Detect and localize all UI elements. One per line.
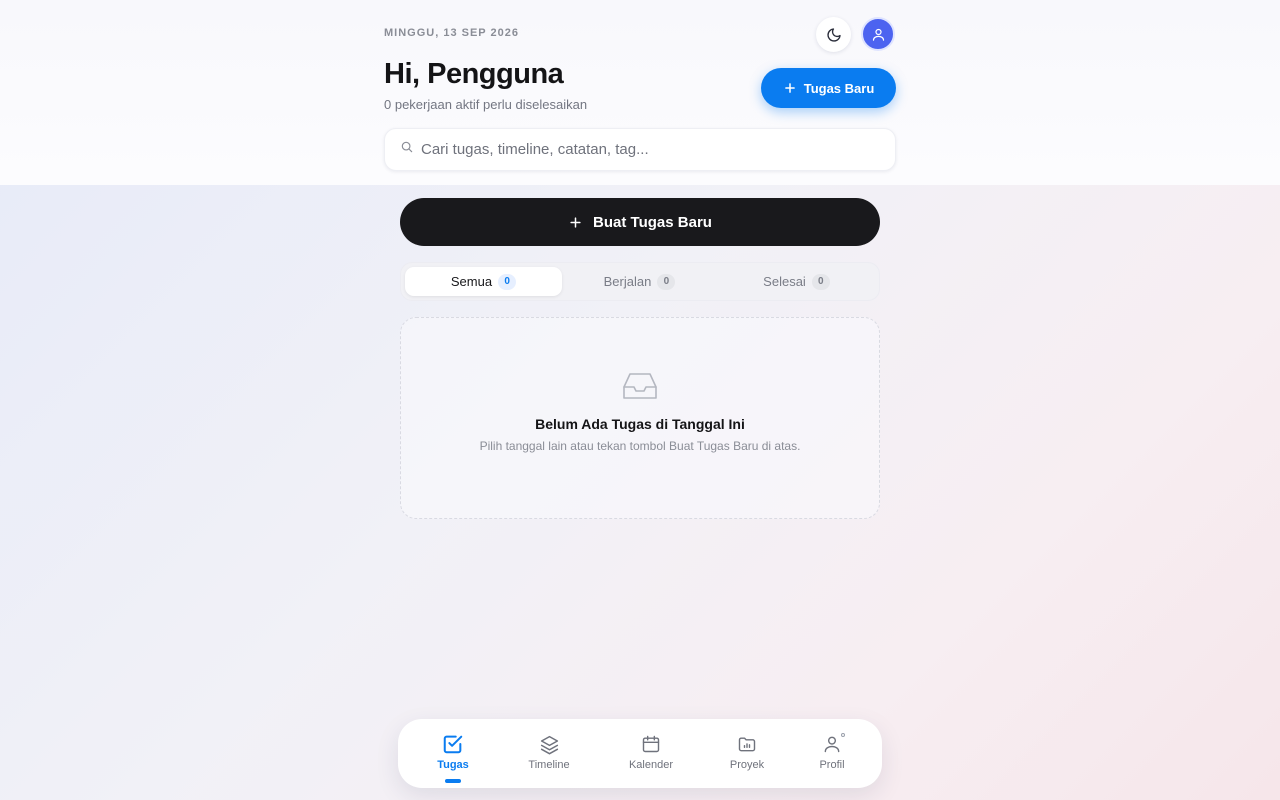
task-filter-tabs: Semua 0 Berjalan 0 Selesai 0 xyxy=(400,262,880,301)
check-square-icon xyxy=(443,735,463,754)
new-task-button[interactable]: Tugas Baru xyxy=(761,68,896,108)
active-task-summary: 0 pekerjaan aktif perlu diselesaikan xyxy=(384,97,588,112)
user-icon xyxy=(872,28,884,41)
header: MINGGU, 13 SEP 2026 Hi, Pengguna 0 peker… xyxy=(384,0,896,185)
nav-item-timeline[interactable]: Timeline xyxy=(509,719,589,788)
create-task-button[interactable]: Buat Tugas Baru xyxy=(400,198,880,246)
search-icon xyxy=(401,141,413,153)
bottom-navigation: Tugas Timeline Kalender Proyek Profil xyxy=(398,719,882,788)
create-task-label: Buat Tugas Baru xyxy=(593,213,712,231)
empty-state-description: Pilih tanggal lain atau tekan tombol Bua… xyxy=(479,439,801,453)
active-nav-indicator xyxy=(445,779,461,783)
tab-selesai[interactable]: Selesai 0 xyxy=(718,267,875,296)
plus-icon xyxy=(784,83,795,93)
avatar-button[interactable] xyxy=(861,17,895,51)
moon-icon xyxy=(826,27,841,42)
tab-label: Berjalan xyxy=(603,274,652,289)
inbox-icon xyxy=(623,373,657,399)
user-icon xyxy=(824,736,840,753)
nav-label: Profil xyxy=(819,759,845,771)
tab-label: Selesai xyxy=(763,274,806,289)
tab-label: Semua xyxy=(450,274,493,289)
tab-count-badge: 0 xyxy=(657,273,676,290)
calendar-icon xyxy=(642,735,660,753)
empty-state: Belum Ada Tugas di Tanggal Ini Pilih tan… xyxy=(400,317,880,519)
nav-label: Tugas xyxy=(437,759,469,771)
tab-count-badge: 0 xyxy=(811,273,830,290)
current-date: MINGGU, 13 SEP 2026 xyxy=(384,27,519,39)
empty-state-title: Belum Ada Tugas di Tanggal Ini xyxy=(535,416,745,432)
nav-label: Proyek xyxy=(729,759,765,771)
theme-toggle-button[interactable] xyxy=(816,17,851,52)
search-input[interactable] xyxy=(421,129,881,170)
nav-item-proyek[interactable]: Proyek xyxy=(707,719,787,788)
new-task-label: Tugas Baru xyxy=(803,80,875,96)
tab-count-badge: 0 xyxy=(498,273,517,290)
nav-item-profil[interactable]: Profil xyxy=(792,719,872,788)
greeting-title: Hi, Pengguna xyxy=(384,58,564,90)
layers-icon xyxy=(540,735,558,754)
nav-label: Timeline xyxy=(528,759,570,771)
nav-item-kalender[interactable]: Kalender xyxy=(611,719,691,788)
tab-berjalan[interactable]: Berjalan 0 xyxy=(561,267,718,296)
status-dot-icon xyxy=(841,733,845,737)
folder-icon xyxy=(738,737,756,752)
nav-item-tugas[interactable]: Tugas xyxy=(413,719,493,788)
search-box xyxy=(384,128,896,171)
tab-semua[interactable]: Semua 0 xyxy=(405,267,562,296)
nav-label: Kalender xyxy=(628,759,674,771)
plus-icon xyxy=(570,216,581,228)
